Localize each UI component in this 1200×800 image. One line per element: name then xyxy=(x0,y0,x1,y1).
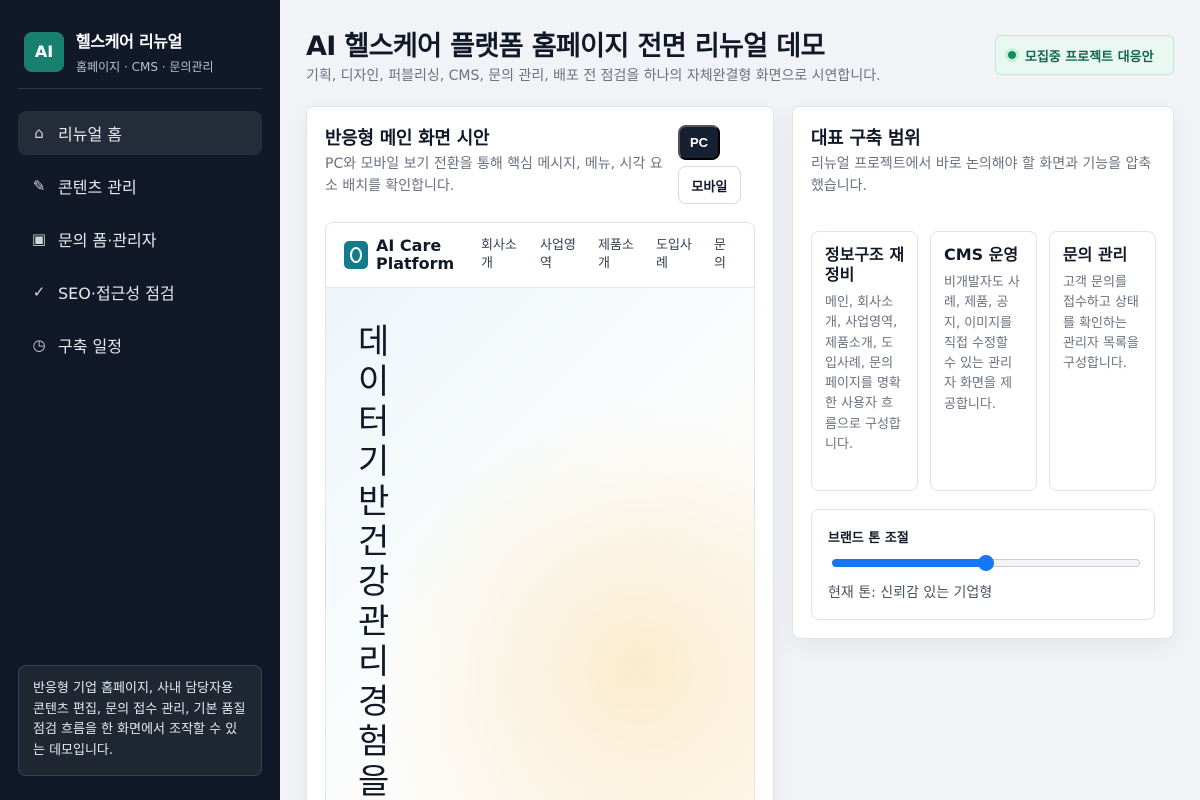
check-icon: ✓ xyxy=(32,283,46,301)
app-title: 헬스케어 리뉴얼 xyxy=(76,32,183,51)
sidebar-item-build-schedule[interactable]: ◷ 구축 일정 xyxy=(18,323,262,367)
demo-description: 반응형 기업 홈페이지, 사내 담당자용 콘텐츠 편집, 문의 접수 관리, 기… xyxy=(18,665,262,776)
sidebar-nav: ⌂ 리뉴얼 홈 ✎ 콘텐츠 관리 ▣ 문의 폼·관리자 ✓ SEO·접근성 점검… xyxy=(18,111,262,376)
feature-title: 문의 관리 xyxy=(1063,245,1128,264)
form-icon: ▣ xyxy=(31,230,47,248)
preview-nav-company[interactable]: 회사소개 xyxy=(481,237,525,273)
brand-tone-control: 브랜드 톤 조절 현재 톤: 신뢰감 있는 기업형 xyxy=(811,509,1155,620)
pc-view-button[interactable]: PC xyxy=(678,125,720,160)
feature-card-information-architecture: 정보구조 재정비 메인, 회사소개, 사업영역, 제품소개, 도입사례, 문의 … xyxy=(811,231,918,491)
brand-text: 헬스케어 리뉴얼 홈페이지 · CMS · 문의관리 xyxy=(76,28,214,75)
feature-description: 비개발자도 사례, 제품, 공지, 이미지를 직접 수정할 수 있는 관리자 화… xyxy=(944,275,1020,412)
brand: AI 헬스케어 리뉴얼 홈페이지 · CMS · 문의관리 xyxy=(24,28,214,75)
sidebar-item-label: 구축 일정 xyxy=(58,337,122,356)
brand-tone-label: 브랜드 톤 조절 xyxy=(828,531,909,546)
sidebar-item-label: SEO·접근성 점검 xyxy=(58,284,175,303)
website-preview: AI Care Platform 회사소개 사업영역 제품소개 도입사례 문의 … xyxy=(325,222,755,800)
page-subtitle: 기획, 디자인, 퍼블리싱, CMS, 문의 관리, 배포 전 점검을 하나의 … xyxy=(306,68,881,84)
sidebar-item-label: 콘텐츠 관리 xyxy=(58,178,137,197)
build-scope-panel: 대표 구축 범위 리뉴얼 프로젝트에서 바로 논의해야 할 화면과 기능을 압축… xyxy=(792,106,1174,639)
feature-description: 고객 문의를 접수하고 상태를 확인하는 관리자 목록을 구성합니다. xyxy=(1063,275,1139,372)
sidebar-item-inquiry-admin[interactable]: ▣ 문의 폼·관리자 xyxy=(18,217,262,261)
sidebar-item-content-management[interactable]: ✎ 콘텐츠 관리 xyxy=(18,164,262,208)
clock-icon: ◷ xyxy=(32,336,46,354)
sidebar-item-seo-accessibility[interactable]: ✓ SEO·접근성 점검 xyxy=(18,270,262,314)
preview-hero-title: 데이터기반건강관리경험을 xyxy=(358,322,390,800)
sidebar: AI 헬스케어 리뉴얼 홈페이지 · CMS · 문의관리 ⌂ 리뉴얼 홈 ✎ … xyxy=(0,0,280,800)
sidebar-item-renewal-home[interactable]: ⌂ 리뉴얼 홈 xyxy=(18,111,262,155)
status-dot-icon xyxy=(1005,48,1019,62)
app-logo: AI xyxy=(24,31,64,72)
preview-nav-contact[interactable]: 문의 xyxy=(714,237,732,273)
panel-description: 리뉴얼 프로젝트에서 바로 논의해야 할 화면과 기능을 압축했습니다. xyxy=(811,156,1152,194)
feature-card-cms: CMS 운영 비개발자도 사례, 제품, 공지, 이미지를 직접 수정할 수 있… xyxy=(930,231,1037,491)
feature-title: 정보구조 재정비 xyxy=(825,245,905,284)
slider-thumb[interactable] xyxy=(978,555,994,571)
preview-brand: AI Care Platform xyxy=(376,236,455,273)
feature-title: CMS 운영 xyxy=(944,245,1019,264)
brand-tone-slider[interactable] xyxy=(832,555,1140,571)
panel-title: 반응형 메인 화면 시안 xyxy=(325,128,490,149)
feature-card-inquiry-management: 문의 관리 고객 문의를 접수하고 상태를 확인하는 관리자 목록을 구성합니다… xyxy=(1049,231,1156,491)
page-title: AI 헬스케어 플랫폼 홈페이지 전면 리뉴얼 데모 xyxy=(306,31,825,62)
feature-description: 메인, 회사소개, 사업영역, 제품소개, 도입사례, 문의 페이지를 명확한 … xyxy=(825,295,901,453)
slider-fill xyxy=(832,559,986,567)
status-badge-label: 모집중 프로젝트 대응안 xyxy=(1025,49,1154,65)
home-icon: ⌂ xyxy=(34,124,44,142)
sidebar-item-label: 리뉴얼 홈 xyxy=(58,125,122,144)
panel-title: 대표 구축 범위 xyxy=(811,128,921,149)
preview-header: AI Care Platform 회사소개 사업영역 제품소개 도입사례 문의 xyxy=(326,223,754,288)
status-badge: 모집중 프로젝트 대응안 xyxy=(995,35,1174,75)
sidebar-item-label: 문의 폼·관리자 xyxy=(58,231,157,250)
edit-icon: ✎ xyxy=(32,177,46,195)
preview-nav-products[interactable]: 제품소개 xyxy=(598,237,642,273)
panel-description: PC와 모바일 보기 전환을 통해 핵심 메시지, 메뉴, 시각 요소 배치를 … xyxy=(325,156,663,194)
preview-nav-business[interactable]: 사업영역 xyxy=(540,237,584,273)
preview-hero: 데이터기반건강관리경험을 xyxy=(326,288,754,800)
responsive-preview-panel: 반응형 메인 화면 시안 PC와 모바일 보기 전환을 통해 핵심 메시지, 메… xyxy=(306,106,774,800)
app-subtitle: 홈페이지 · CMS · 문의관리 xyxy=(76,60,214,74)
mobile-view-button[interactable]: 모바일 xyxy=(678,166,741,204)
preview-nav-cases[interactable]: 도입사례 xyxy=(656,237,700,273)
sidebar-divider xyxy=(18,88,262,89)
current-tone-text: 현재 톤: 신뢰감 있는 기업형 xyxy=(828,585,993,601)
preview-logo-icon xyxy=(344,241,368,269)
